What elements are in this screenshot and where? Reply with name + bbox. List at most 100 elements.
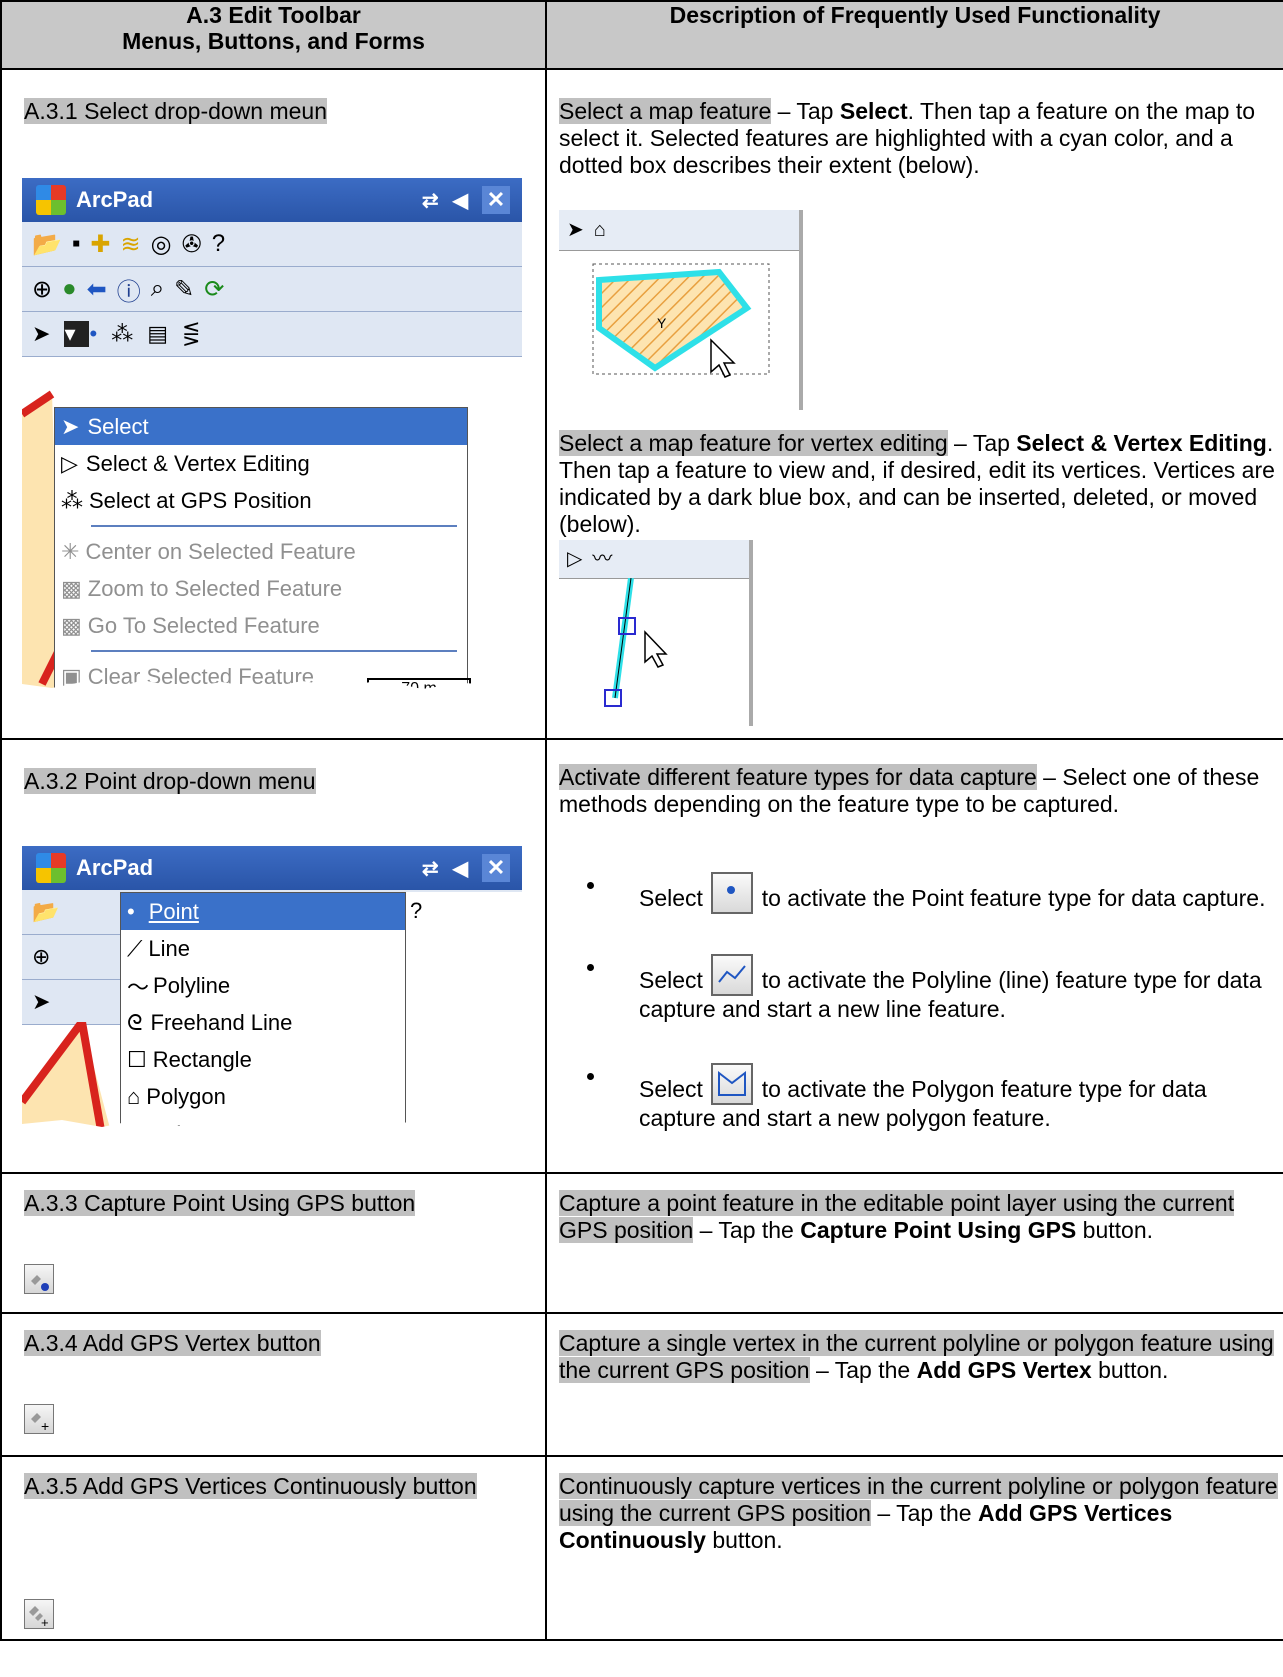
menu-item-zoom[interactable]: ▩ Zoom to Selected Feature [55, 570, 467, 607]
point-icon[interactable]: • [89, 321, 111, 347]
menu-item-point[interactable]: • Point [121, 893, 405, 930]
row5-right: Continuously capture vertices in the cur… [545, 1455, 1283, 1641]
polygon-button-icon[interactable] [711, 1063, 754, 1105]
pda-titlebar: ArcPad ⇄ ◀ ✕ [22, 846, 522, 890]
row5-desc: Continuously capture vertices in the cur… [559, 1473, 1278, 1553]
polygon-icon: ⌂ [593, 219, 616, 241]
feature-label: Y [657, 315, 667, 331]
row1-title: A.3.1 Select drop-down meun [24, 98, 328, 124]
add-gps-vertex-icon[interactable]: + [24, 1404, 54, 1434]
freehand-icon: ᘓ [127, 1009, 143, 1035]
polyline-button-icon[interactable] [711, 954, 754, 996]
menu-item-select-gps[interactable]: ⁂ Select at GPS Position [55, 482, 467, 519]
zoom-in-icon[interactable]: ⊕ [32, 944, 50, 970]
select-arrow-icon[interactable]: ➤ [32, 321, 64, 347]
select-dropdown-menu: ➤ Select ▷ Select & Vertex Editing ⁂ Select… [54, 407, 468, 698]
help-icon[interactable]: ? [406, 898, 422, 924]
windows-flag-icon [36, 853, 66, 883]
menu-item-goto[interactable]: ▩ Go To Selected Feature [55, 607, 467, 644]
vertex-map [604, 578, 668, 707]
menu-item-freehand[interactable]: ᘓ Freehand Line [121, 1004, 405, 1041]
row5-left: A.3.5 Add GPS Vertices Continuously butt… [0, 1455, 547, 1641]
header-left-line2: Menus, Buttons, and Forms [122, 28, 425, 54]
open-icon[interactable]: 📂 [32, 230, 72, 259]
select-arrow-icon: ➤ [61, 413, 80, 439]
svg-text:+: + [41, 1615, 49, 1628]
row-point-menu: A.3.2 Point drop-down menu ArcPad ⇄ ◀ ✕ … [0, 738, 1283, 1174]
menu-item-line[interactable]: ⟋ Line [121, 930, 405, 967]
close-icon[interactable]: ✕ [482, 186, 510, 214]
gps-select-icon: ⁂ [61, 487, 83, 513]
row3-desc: Capture a point feature in the editable … [559, 1190, 1235, 1243]
zoom-in-icon[interactable]: ⊕ [32, 275, 62, 304]
menu-item-polygon[interactable]: ⌂ Polygon [121, 1078, 405, 1115]
row2-desc: Activate different feature types for dat… [559, 764, 1260, 817]
row4-left: A.3.4 Add GPS Vertex button + [0, 1312, 547, 1457]
close-icon[interactable]: ✕ [482, 854, 510, 882]
refresh-icon[interactable]: ⟳ [204, 275, 234, 304]
app-title: ArcPad [76, 855, 154, 880]
volume-icon: ◀ [452, 189, 468, 212]
header-right: Description of Frequently Used Functiona… [545, 0, 1283, 70]
app-title: ArcPad [76, 187, 154, 212]
menu-item-select[interactable]: ➤ Select [55, 408, 467, 445]
open-icon[interactable]: 📂 [32, 899, 59, 925]
row-select-menu: A.3.1 Select drop-down meun ArcPad ⇄ ◀ ✕… [0, 68, 1283, 740]
menu-item-polyline[interactable]: 〜 Polyline [121, 967, 405, 1004]
row1-desc1: Select a map feature – Tap Select. Then … [559, 98, 1256, 178]
row2-right: Activate different feature types for dat… [545, 738, 1283, 1174]
hollow-arrow-icon: ▷ [61, 450, 78, 476]
gps-icon[interactable]: ◎ [151, 230, 182, 259]
selected-feature-screenshot: ➤⌂ Y [559, 210, 803, 410]
center-icon: ✳ [61, 538, 80, 564]
point-button-icon[interactable] [711, 872, 754, 914]
tools-icon[interactable]: ✇ [182, 230, 212, 259]
row5-title: A.3.5 Add GPS Vertices Continuously butt… [24, 1473, 477, 1499]
zoom-feature-icon: ▩ [61, 575, 82, 601]
header-left-line1: A.3 Edit Toolbar [186, 2, 361, 28]
row-capture-point: A.3.3 Capture Point Using GPS button Cap… [0, 1172, 1283, 1314]
bullet-point: Select to activate the Point feature typ… [547, 872, 1275, 914]
vertex-editing-screenshot: ▷〰 [559, 540, 753, 726]
point-menu-screenshot: ArcPad ⇄ ◀ ✕ 📂 ⊕ ➤ • Point ⟋ Line 〜 Polylin… [22, 846, 522, 1136]
edit-icon[interactable]: ✎ [174, 275, 204, 304]
toolbar-file: 📂 ▪ ✚ ≋ ◎ ✇? [22, 222, 522, 267]
row1-desc2: Select a map feature for vertex editing … [559, 430, 1275, 537]
selected-polygon-map: Y [592, 263, 770, 378]
select-arrow-icon[interactable]: ➤ [32, 989, 50, 1015]
menu-item-center[interactable]: ✳ Center on Selected Feature [55, 533, 467, 570]
reference-table: A.3 Edit Toolbar Menus, Buttons, and For… [0, 0, 1283, 1641]
connectivity-icon: ⇄ [421, 857, 439, 880]
menu-item-select-vertex[interactable]: ▷ Select & Vertex Editing [55, 445, 467, 482]
row4-right: Capture a single vertex in the current p… [545, 1312, 1283, 1457]
volume-icon: ◀ [452, 857, 468, 880]
menu-separator [91, 525, 457, 527]
capture-gps-icon[interactable]: ⁂ [111, 321, 147, 347]
polygon-icon: ⌂ [127, 1083, 141, 1109]
help-icon[interactable]: ? [212, 230, 235, 258]
mini-toolbar: ▷〰 [559, 540, 749, 579]
menu-item-rectangle[interactable]: ☐ Rectangle [121, 1041, 405, 1078]
select-menu-screenshot: ArcPad ⇄ ◀ ✕ 📂 ▪ ✚ ≋ ◎ ✇? ⊕ ● ⬅ ⓘ ⌕ ✎ ⟳ ➤ ▾ • ⁂ ▤ ⋚ [22, 178, 522, 698]
hollow-arrow-icon: ▷ [567, 548, 593, 570]
feature-type-list: Select to activate the Point feature typ… [547, 872, 1275, 1132]
form-icon[interactable]: ▤ [147, 321, 182, 347]
back-icon[interactable]: ⬅ [87, 275, 117, 304]
capture-point-gps-icon[interactable] [24, 1264, 54, 1294]
add-gps-vertices-continuously-icon[interactable]: + [24, 1599, 54, 1630]
bullet-polyline: Select to activate the Polyline (line) f… [547, 954, 1275, 1023]
add-layer-icon[interactable]: ✚ [90, 230, 120, 259]
point-dropdown-menu: • Point ⟋ Line 〜 Polyline ᘓ Freehand Line ☐ R… [120, 892, 406, 1136]
header-left: A.3 Edit Toolbar Menus, Buttons, and For… [0, 0, 547, 70]
toolbar-edit: ➤ ▾ • ⁂ ▤ ⋚ [22, 312, 522, 357]
info-icon[interactable]: ⓘ [117, 272, 151, 307]
save-icon[interactable]: ▪ [72, 230, 91, 258]
row3-title: A.3.3 Capture Point Using GPS button [24, 1190, 416, 1216]
route-icon[interactable]: ⋚ [182, 321, 214, 347]
cursor-icon [710, 338, 736, 378]
layers-icon[interactable]: ≋ [121, 230, 151, 259]
find-icon[interactable]: ⌕ [151, 275, 174, 303]
row1-right: Select a map feature – Tap Select. Then … [545, 68, 1283, 740]
globe-icon[interactable]: ● [62, 275, 87, 303]
dropdown-icon[interactable]: ▾ [64, 321, 90, 347]
